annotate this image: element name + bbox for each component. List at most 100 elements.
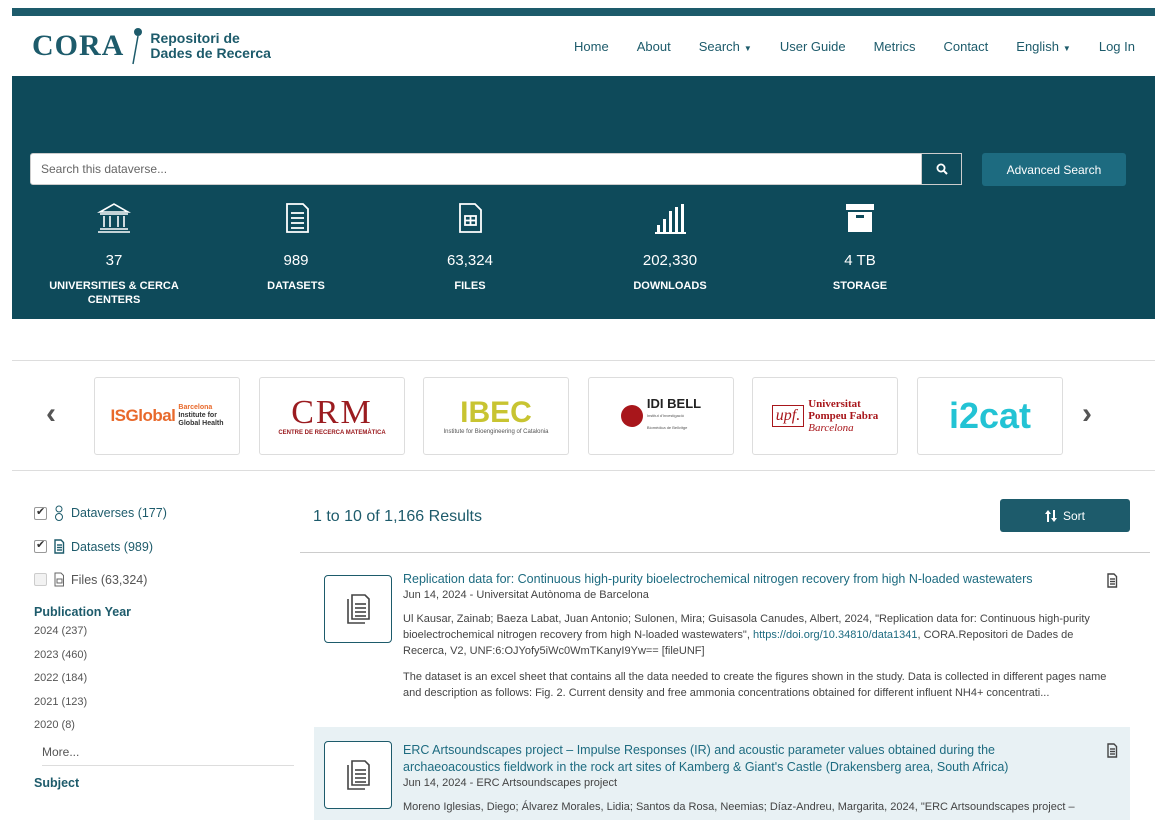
result-body: Replication data for: Continuous high-pu… <box>403 571 1118 701</box>
window-top-strip <box>0 0 1155 8</box>
year-filter-2022[interactable]: 2022 (184) <box>34 672 294 696</box>
result-title-link[interactable]: ERC Artsoundscapes project – Impulse Res… <box>403 742 1118 776</box>
divider <box>12 470 1155 471</box>
accent-bar <box>12 8 1155 16</box>
dataset-icon <box>54 539 65 554</box>
result-citation: Moreno Iglesias, Diego; Álvarez Morales,… <box>403 801 1075 813</box>
logo-i2cat[interactable]: i2cat <box>917 377 1063 455</box>
stat-value: 989 <box>283 252 309 269</box>
nav-metrics[interactable]: Metrics <box>874 39 916 54</box>
facet-datasets-label: Datasets (989) <box>71 539 153 554</box>
advanced-search-button[interactable]: Advanced Search <box>982 153 1126 186</box>
result-citation: Ul Kausar, Zainab; Baeza Labat, Juan Ant… <box>403 611 1118 659</box>
nav-search-label: Search <box>698 38 740 54</box>
search-bar <box>30 153 962 185</box>
sort-label: Sort <box>1062 508 1085 523</box>
dataset-icon <box>347 594 370 624</box>
brand-subtitle-line2: Dades de Recerca <box>150 45 271 61</box>
stat-value: 4 TB <box>844 252 876 269</box>
brand-subtitle-line1: Repositori de <box>150 30 240 46</box>
result-body: ERC Artsoundscapes project – Impulse Res… <box>403 737 1118 815</box>
files-checkbox[interactable] <box>34 573 47 586</box>
chevron-left-icon[interactable]: ‹ <box>46 397 56 431</box>
nav-search-dropdown[interactable]: Search ▼ <box>699 39 752 54</box>
datasets-checkbox[interactable] <box>34 538 47 553</box>
stat-label: UNIVERSITIES & CERCA CENTERS <box>49 280 179 306</box>
year-filter-2020[interactable]: 2020 (8) <box>34 719 294 743</box>
dataset-icon <box>347 760 370 790</box>
stat-label: DOWNLOADS <box>633 280 707 292</box>
search-icon <box>936 163 948 175</box>
facet-dataverses[interactable]: Dataverses (177) <box>34 505 294 521</box>
stat-universities: 37 UNIVERSITIES & CERCA CENTERS <box>34 196 194 307</box>
downloads-icon <box>590 196 750 240</box>
stat-files: 63,324 FILES <box>390 196 550 293</box>
institutions-carousel: ‹ ISGlobal Barcelona Institute for Globa… <box>12 377 1155 455</box>
nav-home[interactable]: Home <box>574 39 609 54</box>
logo-isglobal[interactable]: ISGlobal Barcelona Institute for Global … <box>94 377 240 455</box>
chevron-right-icon[interactable]: › <box>1082 397 1092 431</box>
stat-value: 202,330 <box>642 252 698 269</box>
sort-icon <box>1044 509 1057 522</box>
nav-about[interactable]: About <box>637 39 671 54</box>
dataverses-checkbox[interactable] <box>34 505 47 520</box>
brand-logo-mark <box>130 26 144 66</box>
file-icon <box>54 572 64 587</box>
facet-dataverses-label: Dataverses (177) <box>71 506 167 520</box>
nav-login[interactable]: Log In <box>1099 39 1135 54</box>
stat-label: STORAGE <box>832 280 888 292</box>
year-filter-2023[interactable]: 2023 (460) <box>34 649 294 673</box>
dataset-thumbnail[interactable] <box>324 741 392 809</box>
nav-contact[interactable]: Contact <box>943 39 988 54</box>
year-filter-2024[interactable]: 2024 (237) <box>34 625 294 649</box>
facet-sidebar: Dataverses (177) Datasets (989) Files (6… <box>34 505 294 790</box>
logo-i2cat-name: i2cat <box>948 395 1032 436</box>
nav-language-label: English <box>1016 38 1059 54</box>
idibell-mark-icon <box>620 405 643 427</box>
facet-subject-title: Subject <box>34 775 80 790</box>
logo-ibec-name: IBEC <box>460 396 532 429</box>
brand-logo[interactable]: CORA Repositori de Dades de Recerca <box>32 26 271 66</box>
search-input[interactable] <box>30 153 922 185</box>
stat-label: FILES <box>454 280 486 292</box>
files-icon <box>390 196 550 240</box>
stat-value: 63,324 <box>447 252 493 269</box>
logo-crm[interactable]: CRM CENTRE DE RECERCA MATEMÀTICA <box>259 377 405 455</box>
logo-isglobal-sub2: Institute for <box>178 412 217 419</box>
search-button[interactable] <box>922 153 962 185</box>
result-meta: Jun 14, 2024 - ERC Artsoundscapes projec… <box>403 777 618 789</box>
logo-upf[interactable]: upf. Universitat Pompeu Fabra Barcelona <box>752 377 898 455</box>
dataset-type-icon <box>1107 573 1118 588</box>
logo-upf-line1: Universitat <box>808 398 861 410</box>
logo-upf-line2: Pompeu Fabra <box>808 410 879 422</box>
divider <box>300 552 1150 553</box>
logo-isglobal-name: ISGlobal <box>110 406 176 425</box>
brand-subtitle: Repositori de Dades de Recerca <box>150 31 271 61</box>
logo-crm-name: CRM <box>291 394 373 431</box>
logo-ibec[interactable]: IBEC Institute for Bioengineering of Cat… <box>423 377 569 455</box>
year-filter-2021[interactable]: 2021 (123) <box>34 696 294 720</box>
logo-crm-sub: CENTRE DE RECERCA MATEMÀTICA <box>278 430 386 436</box>
results-count: 1 to 10 of 1,166 Results <box>313 508 482 525</box>
divider <box>12 360 1155 361</box>
page: CORA Repositori de Dades de Recerca Home… <box>12 8 1155 820</box>
navbar: CORA Repositori de Dades de Recerca Home… <box>12 16 1155 76</box>
stat-downloads: 202,330 DOWNLOADS <box>590 196 750 293</box>
nav-user-guide[interactable]: User Guide <box>780 39 846 54</box>
dataset-thumbnail[interactable] <box>324 575 392 643</box>
doi-link[interactable]: https://doi.org/10.34810/data1341 <box>753 629 918 641</box>
caret-down-icon: ▼ <box>1062 43 1071 53</box>
more-years-link[interactable]: More... <box>42 745 294 766</box>
logo-upf-mark: upf. <box>771 405 805 427</box>
facet-datasets[interactable]: Datasets (989) <box>34 538 294 554</box>
result-title-link[interactable]: Replication data for: Continuous high-pu… <box>403 571 1118 588</box>
facet-files[interactable]: Files (63,324) <box>34 572 294 587</box>
nav-language-dropdown[interactable]: English ▼ <box>1016 39 1071 54</box>
logo-idibell[interactable]: IDI BELL Institut d'Investigació Biomèdi… <box>588 377 734 455</box>
logo-ibec-sub: Institute for Bioengineering of Cataloni… <box>443 429 549 435</box>
stat-label: DATASETS <box>267 280 325 292</box>
logo-idibell-sub1: Institut d'Investigació <box>646 413 684 418</box>
sort-button[interactable]: Sort <box>1000 499 1130 532</box>
stat-value: 37 <box>105 252 123 269</box>
stat-datasets: 989 DATASETS <box>216 196 376 293</box>
